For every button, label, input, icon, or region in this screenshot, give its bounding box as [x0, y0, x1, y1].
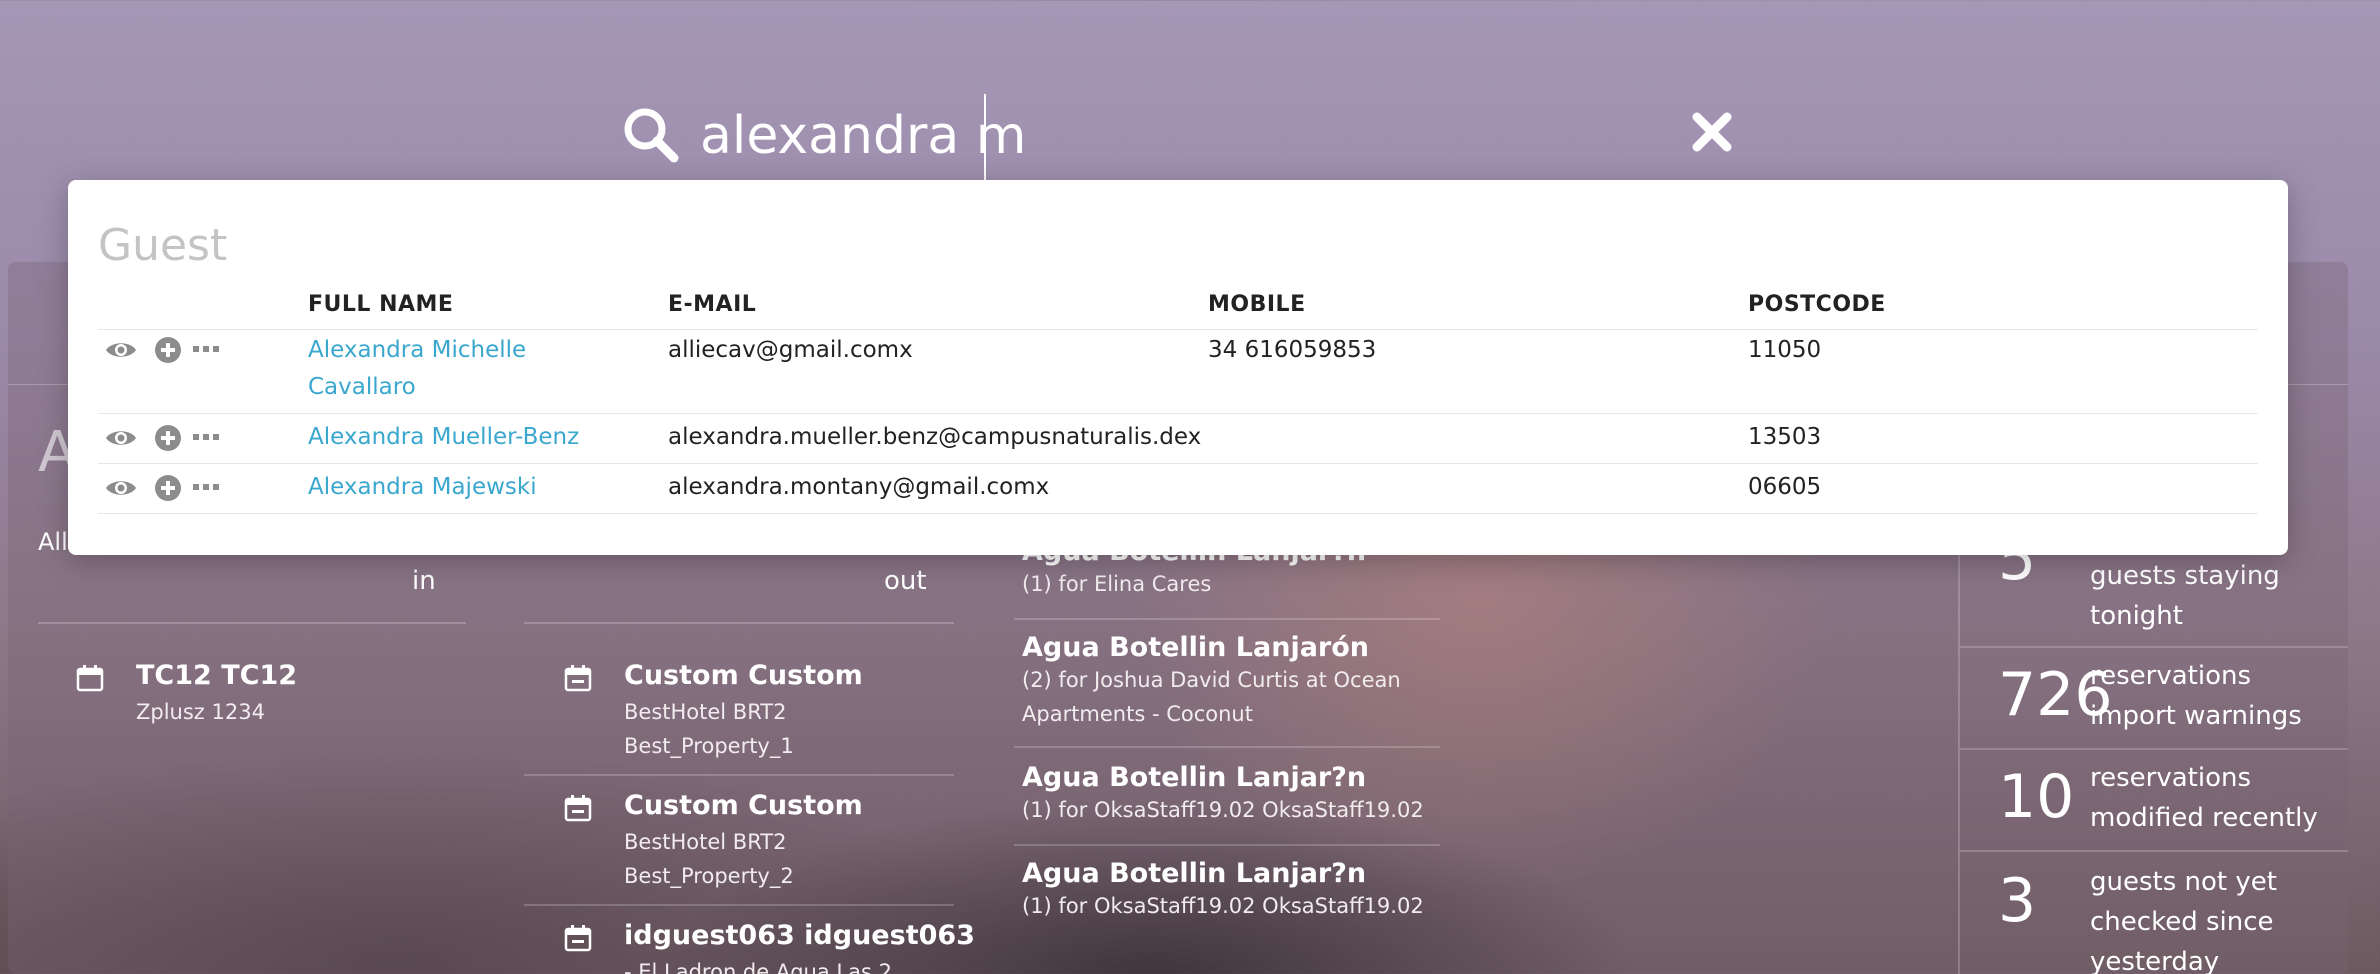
column-header-email: E-MAIL [668, 292, 757, 317]
checkout-column-header: out [884, 566, 927, 596]
reservation-detail: (1) for Elina Cares [1022, 572, 1212, 596]
text-caret [984, 94, 986, 180]
calendar-minus-icon [564, 925, 592, 952]
guest-postcode: 06605 [1748, 474, 1822, 500]
reservation-title: Agua Botellin Lanjar?n [1022, 858, 1367, 889]
plus-circle-icon[interactable] [154, 424, 182, 452]
reservation-detail: Apartments - Coconut [1022, 702, 1253, 726]
stat-label: reservations import warnings [2090, 661, 2302, 731]
checkout-item-detail: BestHotel BRT2 [624, 830, 787, 854]
checkout-item-detail: BestHotel BRT2 [624, 700, 787, 724]
table-row: Alexandra Michelle Cavallaro alliecav@gma… [98, 330, 2258, 414]
guest-mobile: 34 616059853 [1208, 337, 1377, 363]
checkout-item-detail: Best_Property_1 [624, 734, 794, 758]
guest-name-link[interactable]: Alexandra Michelle Cavallaro [308, 332, 526, 406]
calendar-minus-icon [564, 665, 592, 692]
table-row: Alexandra Mueller-Benz alexandra.mueller… [98, 414, 2258, 464]
stat-label: guests staying tonight [2090, 561, 2280, 631]
row-divider [1960, 748, 2348, 750]
checkin-column-header: in [412, 566, 436, 596]
close-icon[interactable] [1690, 110, 1734, 154]
row-divider [1014, 746, 1440, 748]
stat-import-warnings[interactable]: 726 reservations import warnings [1960, 656, 2348, 746]
more-icon[interactable] [192, 344, 220, 354]
guest-results-table: FULL NAME E-MAIL MOBILE POSTCODE Alexand… [98, 292, 2258, 514]
dashboard-filter-all[interactable]: All [38, 528, 68, 556]
guest-postcode: 11050 [1748, 337, 1822, 363]
plus-circle-icon[interactable] [154, 336, 182, 364]
table-row: Alexandra Majewski alexandra.montany@gma… [98, 464, 2258, 514]
reservation-title: Agua Botellin Lanjarón [1022, 632, 1370, 663]
checkout-item-detail: Best_Property_2 [624, 864, 794, 888]
more-icon[interactable] [192, 482, 220, 492]
checkout-column-divider [524, 622, 954, 624]
reservation-detail: (1) for OksaStaff19.02 OksaStaff19.02 [1022, 894, 1424, 918]
reservation-item[interactable]: Agua Botellin Lanjarón (2) for Joshua Da… [1022, 632, 1401, 731]
guest-postcode: 13503 [1748, 424, 1822, 450]
checkout-item-title: Custom Custom [624, 790, 863, 821]
row-divider [524, 774, 954, 776]
calendar-icon [76, 665, 104, 692]
eye-icon[interactable] [104, 476, 138, 500]
column-header-postcode: POSTCODE [1748, 292, 1886, 317]
checkout-item-detail: - El Ladron de Agua Las 2 [624, 960, 892, 974]
row-divider [524, 904, 954, 906]
table-header: FULL NAME E-MAIL MOBILE POSTCODE [98, 292, 2258, 330]
reservation-item[interactable]: Agua Botellin Lanjar?n (1) for OksaStaff… [1022, 762, 1424, 827]
row-divider [1014, 844, 1440, 846]
eye-icon[interactable] [104, 426, 138, 450]
global-search [620, 92, 1750, 182]
checkin-item-title: TC12 TC12 [136, 660, 298, 691]
results-section-title: Guest [98, 220, 228, 271]
stat-value: 3 [1998, 866, 2037, 936]
stat-modified-recently[interactable]: 10 reservations modified recently [1960, 758, 2348, 848]
column-header-full-name: FULL NAME [308, 292, 454, 317]
search-icon [624, 108, 679, 163]
row-divider [1014, 618, 1440, 620]
row-divider [1960, 850, 2348, 852]
calendar-minus-icon [564, 795, 592, 822]
guest-name-link[interactable]: Alexandra Majewski [308, 469, 537, 506]
checkin-column-divider [38, 622, 466, 624]
row-divider [1960, 646, 2348, 648]
stat-label: guests not yet checked since yesterday [2090, 867, 2277, 974]
reservation-item[interactable]: Agua Botellin Lanjar?n (1) for OksaStaff… [1022, 858, 1424, 923]
search-input[interactable] [700, 96, 1600, 176]
guest-email: alexandra.mueller.benz@campusnaturalis.d… [668, 424, 1202, 450]
reservation-detail: (2) for Joshua David Curtis at Ocean [1022, 668, 1401, 692]
reservation-detail: (1) for OksaStaff19.02 OksaStaff19.02 [1022, 798, 1424, 822]
checkout-item-title: Custom Custom [624, 660, 863, 691]
checkin-item-detail: Zplusz 1234 [136, 700, 265, 724]
stat-value: 10 [1998, 762, 2075, 832]
search-results-dropdown: Guest FULL NAME E-MAIL MOBILE POSTCODE A… [68, 180, 2288, 555]
stat-not-checked[interactable]: 3 guests not yet checked since yesterday [1960, 862, 2348, 974]
checkout-item-title: idguest063 idguest063 [624, 920, 975, 951]
column-header-mobile: MOBILE [1208, 292, 1306, 317]
guest-name-link[interactable]: Alexandra Mueller-Benz [308, 419, 579, 456]
stat-label: reservations modified recently [2090, 763, 2318, 833]
guest-email: alexandra.montany@gmail.comx [668, 474, 1050, 500]
guest-email: alliecav@gmail.comx [668, 337, 913, 363]
more-icon[interactable] [192, 432, 220, 442]
plus-circle-icon[interactable] [154, 474, 182, 502]
reservation-title: Agua Botellin Lanjar?n [1022, 762, 1367, 793]
eye-icon[interactable] [104, 338, 138, 362]
